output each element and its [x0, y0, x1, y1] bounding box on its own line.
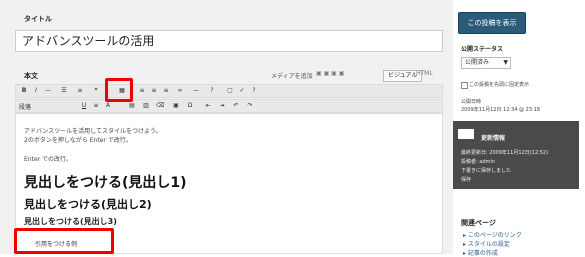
spellcheck-icon[interactable]: ✓ — [238, 87, 246, 95]
bullet-list-icon[interactable]: ☰ — [60, 87, 68, 95]
html-tab[interactable]: HTML — [416, 70, 433, 77]
highlight-box-toolbar — [105, 78, 133, 102]
format-select[interactable]: 段落 — [19, 102, 31, 111]
align-left-icon[interactable]: ≡ — [138, 87, 146, 95]
redo-icon[interactable]: ↷ — [246, 102, 254, 110]
outdent-icon[interactable]: ⇤ — [204, 102, 212, 110]
fullscreen-icon[interactable]: ▢ — [226, 87, 234, 95]
paste-word-icon[interactable]: ▥ — [142, 102, 150, 110]
paragraph-1: アドバンスツールを活用してスタイルをつけよう。 — [24, 128, 162, 135]
related-item-1[interactable]: ▸ このページのリンク — [463, 230, 522, 239]
insert-icon[interactable]: ? — [208, 87, 216, 95]
strikethrough-icon[interactable]: — — [44, 87, 52, 95]
heading-3: 見出しをつける(見出し3) — [24, 217, 117, 226]
body-label: 本文 — [24, 72, 38, 80]
preview-button[interactable]: この投稿を表示 — [458, 12, 526, 34]
more-icon[interactable]: — — [192, 87, 200, 95]
highlight-box-text — [14, 228, 114, 254]
title-label: タイトル — [24, 15, 52, 23]
related-item-2[interactable]: ▸ スタイルの設定 — [463, 239, 510, 248]
sticky-checkbox[interactable] — [461, 82, 468, 89]
paragraph-3: Enter での改行。 — [24, 156, 73, 163]
title-input[interactable]: アドバンスツールの活用 — [15, 30, 443, 52]
help-icon[interactable]: ? — [250, 87, 258, 95]
heading-2: 見出しをつける(見出し2) — [24, 198, 152, 211]
update-panel-line-4[interactable]: 保存 — [461, 176, 471, 183]
chevron-down-icon: ▼ — [503, 59, 508, 66]
date-label: 公開日時 — [461, 99, 482, 105]
related-item-1-label: このページのリンク — [467, 232, 522, 239]
align-right-icon[interactable]: ≡ — [162, 87, 170, 95]
status-label: 公開ステータス — [461, 46, 504, 53]
update-icon — [458, 129, 474, 139]
update-panel-line-1: 最終更新日: 2009年11月12日(12:52) — [461, 150, 549, 156]
special-char-icon[interactable]: Ω — [186, 102, 194, 110]
paste-text-icon[interactable]: ▤ — [128, 102, 136, 110]
toolbar-row-2: 段落 U ≡ A ▤ ▥ ⌫ ▣ Ω ⇤ ⇥ ↶ ↷ — [15, 99, 443, 113]
status-select[interactable]: 公開済み ▼ — [461, 57, 511, 69]
toolbar-row-1: B I — ☰ ≡ ❝ ▦ ≡ ≡ ≡ ∞ — ? ▢ ✓ ? — [15, 84, 443, 98]
add-media-link[interactable]: メディアを追加 — [271, 71, 313, 80]
related-item-2-label: スタイルの設定 — [467, 241, 510, 248]
sticky-label: この投稿を先頭に固定表示 — [469, 82, 530, 88]
justify-icon[interactable]: ≡ — [92, 102, 100, 110]
related-item-3[interactable]: ▸ 記事の作成 — [463, 248, 498, 257]
update-panel-title: 更新情報 — [481, 135, 506, 142]
align-center-icon[interactable]: ≡ — [150, 87, 158, 95]
bold-icon[interactable]: B — [20, 87, 28, 95]
media-icon[interactable]: ▣ — [172, 102, 180, 110]
heading-1: 見出しをつける(見出し1) — [24, 175, 187, 191]
related-label: 関連ページ — [461, 219, 496, 227]
remove-format-icon[interactable]: ⌫ — [156, 102, 164, 110]
undo-icon[interactable]: ↶ — [232, 102, 240, 110]
date-value: 2009年11月12日 12:34 @ 23:18 — [461, 107, 541, 113]
media-icons[interactable]: ▣ ▣ ▣ ▣ — [316, 70, 344, 77]
update-panel-line-2: 投稿者: admin — [461, 159, 495, 165]
text-color-icon[interactable]: A — [104, 102, 112, 110]
link-icon[interactable]: ∞ — [176, 87, 184, 95]
blockquote-icon[interactable]: ❝ — [92, 87, 100, 95]
update-panel-line-3: 下書きに保存しました — [461, 168, 512, 174]
underline-icon[interactable]: U — [80, 102, 88, 110]
italic-icon[interactable]: I — [32, 87, 40, 95]
paragraph-2: 2のボタンを押しながら Enter で改行。 — [24, 137, 132, 144]
indent-icon[interactable]: ⇥ — [218, 102, 226, 110]
status-select-value: 公開済み — [465, 59, 490, 66]
number-list-icon[interactable]: ≡ — [76, 87, 84, 95]
